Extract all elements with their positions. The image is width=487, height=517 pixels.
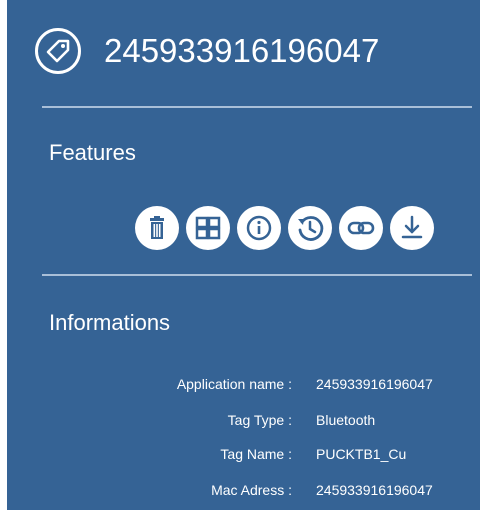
page-background [0,510,487,517]
info-row-mac-address: Mac Adress : 245933916196047 [0,478,487,502]
info-button[interactable] [237,206,281,250]
info-label: Tag Type : [227,412,292,428]
feature-actions-toolbar [135,206,434,250]
link-button[interactable] [339,206,383,250]
link-icon [347,221,375,235]
info-value: 245933916196047 [316,482,433,498]
grid-icon [195,216,221,240]
download-button[interactable] [390,206,434,250]
divider [42,106,472,108]
download-icon [401,215,423,239]
history-button[interactable] [288,206,332,250]
history-icon [298,216,324,241]
divider [42,274,472,276]
info-value: Bluetooth [316,412,376,428]
features-heading: Features [49,140,136,165]
info-icon [246,215,272,241]
info-label: Application name : [176,376,292,392]
info-row-application-name: Application name : 245933916196047 [0,372,487,396]
info-value: 245933916196047 [316,376,433,392]
tag-details-panel: 245933916196047 Features Informations [7,0,480,510]
tag-icon [35,28,81,74]
grid-button[interactable] [186,206,230,250]
delete-button[interactable] [135,206,179,250]
info-row-tag-name: Tag Name : PUCKTB1_Cu [0,442,487,466]
page-title: 245933916196047 [104,32,380,69]
informations-heading: Informations [49,310,171,335]
info-label: Tag Name : [220,446,292,462]
info-label: Mac Adress : [211,482,292,498]
trash-icon [150,216,164,239]
info-row-tag-type: Tag Type : Bluetooth [0,408,487,432]
info-value: PUCKTB1_Cu [316,446,407,462]
